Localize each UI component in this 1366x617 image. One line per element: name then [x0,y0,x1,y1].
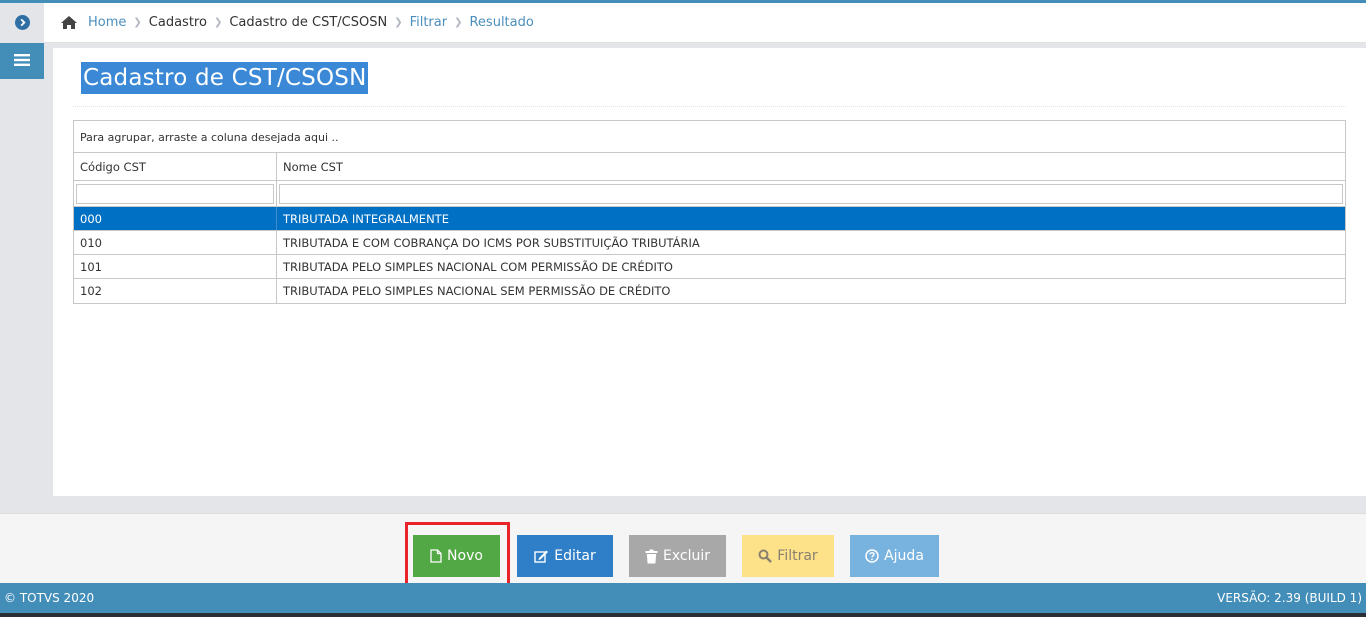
action-toolbar: Novo Editar Excluir Filtrar Ajuda [0,513,1366,590]
cell-codigo: 101 [74,255,277,278]
home-icon [60,15,78,30]
cell-nome: TRIBUTADA PELO SIMPLES NACIONAL SEM PERM… [283,284,671,298]
group-by-panel[interactable]: Para agrupar, arraste a coluna desejada … [74,121,1345,153]
excluir-label: Excluir [663,548,710,564]
ajuda-label: Ajuda [884,548,924,564]
sidebar-toggle-button[interactable] [0,3,44,41]
breadcrumb-filtrar-link[interactable]: Filtrar [410,15,448,30]
editar-button[interactable]: Editar [517,535,613,577]
cell-codigo: 102 [74,279,277,303]
breadcrumb-home-link[interactable]: Home [88,15,126,30]
search-icon [758,549,773,563]
trash-icon [645,549,658,563]
cell-codigo: 000 [74,207,277,230]
filter-input-codigo[interactable] [76,183,274,204]
breadcrumb-separator-icon: ❯ [394,17,403,28]
filter-cell-nome [277,181,1345,206]
hamburger-menu-icon [14,52,30,71]
sidebar [0,3,44,513]
excluir-button[interactable]: Excluir [629,535,726,577]
table-row[interactable]: 010 TRIBUTADA E COM COBRANÇA DO ICMS POR… [74,231,1345,255]
chevron-right-circle-icon [14,14,30,30]
title-divider [73,106,1346,107]
cell-nome: TRIBUTADA PELO SIMPLES NACIONAL COM PERM… [283,259,673,274]
edit-icon [534,550,549,563]
editar-label: Editar [554,548,596,564]
breadcrumb-cadastro: Cadastro [148,15,207,30]
filtrar-button[interactable]: Filtrar [742,535,834,577]
cell-codigo: 010 [74,231,277,254]
content-panel: Cadastro de CST/CSOSN Para agrupar, arra… [53,48,1366,496]
footer-version: VERSÃO: 2.39 (BUILD 1) [1217,591,1362,605]
cst-grid: Para agrupar, arraste a coluna desejada … [73,120,1346,304]
novo-button[interactable]: Novo [413,535,500,577]
breadcrumb-separator-icon: ❯ [213,17,223,28]
table-row[interactable]: 000 TRIBUTADA INTEGRALMENTE [74,207,1345,231]
cell-nome: TRIBUTADA E COM COBRANÇA DO ICMS POR SUB… [283,235,700,250]
column-header-nome[interactable]: Nome CST [277,153,1345,180]
grid-header-row: Código CST Nome CST [74,153,1345,181]
breadcrumb-separator-icon: ❯ [454,17,463,28]
breadcrumb-resultado-link[interactable]: Resultado [469,15,533,30]
novo-label: Novo [447,548,483,564]
filter-input-nome[interactable] [279,183,1343,204]
bottom-strip [0,613,1366,617]
table-row[interactable]: 101 TRIBUTADA PELO SIMPLES NACIONAL COM … [74,255,1345,279]
column-header-codigo[interactable]: Código CST [74,153,277,180]
footer-copyright: © TOTVS 2020 [4,591,95,605]
help-circle-icon [865,549,879,563]
table-row[interactable]: 102 TRIBUTADA PELO SIMPLES NACIONAL SEM … [74,279,1345,303]
grid-filter-row [74,181,1345,207]
page-title: Cadastro de CST/CSOSN [81,62,369,94]
breadcrumb-separator-icon: ❯ [133,17,142,28]
ajuda-button[interactable]: Ajuda [850,535,939,577]
footer: © TOTVS 2020 VERSÃO: 2.39 (BUILD 1) [0,583,1366,613]
filtrar-label: Filtrar [777,548,818,564]
breadcrumb-cadastro-cst: Cadastro de CST/CSOSN [229,15,388,30]
filter-cell-codigo [74,181,277,206]
file-icon [430,549,442,563]
sidebar-menu-button[interactable] [0,43,44,79]
cell-nome: TRIBUTADA INTEGRALMENTE [283,211,449,226]
breadcrumb: Home ❯ Cadastro ❯ Cadastro de CST/CSOSN … [44,3,1366,43]
